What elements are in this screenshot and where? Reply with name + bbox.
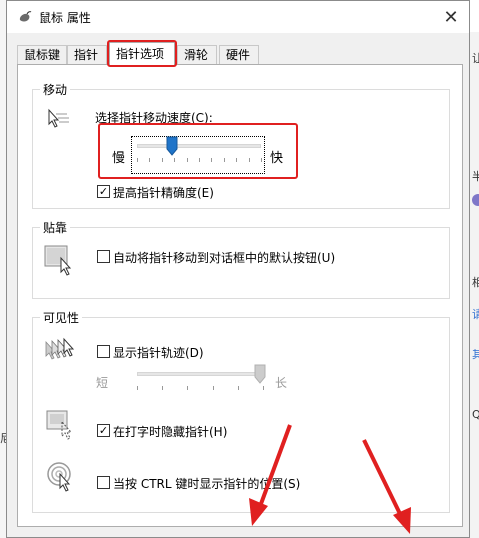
pointer-trails-checkbox[interactable]: [97, 345, 110, 358]
tab-highlight-annotation: [107, 40, 177, 67]
background-text: Q: [472, 408, 479, 421]
snap-to-label: 自动将指针移动到对话框中的默认按钮(U): [113, 251, 336, 265]
trail-length-slider-thumb[interactable]: [254, 364, 266, 384]
snap-group-label: 贴靠: [40, 219, 71, 236]
background-text: 相: [472, 276, 479, 289]
hide-while-typing-icon: [46, 410, 73, 440]
background-toggle: [472, 194, 479, 206]
tab-hardware[interactable]: 硬件: [219, 45, 259, 65]
background-text: 让: [472, 52, 479, 65]
snap-to-checkbox[interactable]: [97, 250, 110, 263]
background-link: 其: [472, 348, 479, 361]
enhance-precision-label: 提高指针精确度(E): [113, 186, 214, 200]
visibility-group-label: 可见性: [40, 309, 83, 326]
tab-buttons[interactable]: 鼠标键: [17, 45, 67, 65]
slider-tick: [137, 386, 138, 390]
window-title: 鼠标 属性: [39, 10, 91, 25]
snap-to-icon: [44, 245, 72, 276]
motion-group-label: 移动: [40, 81, 71, 98]
show-location-icon: [47, 462, 71, 492]
short-label: 短: [96, 376, 109, 390]
slider-tick: [237, 386, 239, 390]
hide-while-typing-checkbox[interactable]: ✓: [97, 424, 110, 437]
visibility-group: 可见性 显示指针轨迹(D) 短 长 ✓ 在打字时隐藏指针(H) 当按 CTRL …: [32, 309, 450, 513]
slider-tick: [212, 386, 214, 390]
background-window-top: [470, 0, 479, 32]
long-label: 长: [275, 376, 288, 390]
slider-tick: [187, 386, 189, 390]
show-location-ctrl-label: 当按 CTRL 键时显示指针的位置(S): [113, 477, 301, 491]
background-window-right: [470, 0, 479, 538]
speed-highlight-annotation: [98, 123, 298, 179]
background-link: 请: [472, 308, 479, 321]
enhance-precision-checkbox[interactable]: ✓: [97, 185, 110, 198]
mouse-properties-dialog: 鼠标 属性 ✕ 鼠标键 指针 指针选项 滑轮 硬件 移动 选择指针移动速度(C)…: [6, 0, 470, 538]
show-location-ctrl-checkbox[interactable]: [97, 476, 110, 489]
hide-while-typing-label: 在打字时隐藏指针(H): [113, 425, 228, 439]
pointer-options-panel: 移动 选择指针移动速度(C): 慢 快 ✓ 提高指针精确度(E) 贴靠 自动将指…: [17, 64, 463, 527]
title-bar[interactable]: 鼠标 属性 ✕: [7, 1, 469, 33]
snap-group: 贴靠 自动将指针移动到对话框中的默认按钮(U): [32, 219, 450, 299]
tab-pointers[interactable]: 指针: [67, 45, 107, 65]
pointer-trails-icon: [45, 337, 75, 360]
trail-length-slider-track[interactable]: [137, 372, 263, 376]
slider-tick: [263, 386, 264, 390]
close-button[interactable]: ✕: [433, 1, 469, 33]
mouse-icon: [19, 11, 32, 22]
pointer-trails-label: 显示指针轨迹(D): [113, 346, 204, 360]
background-text: 半: [472, 170, 479, 183]
tab-wheel[interactable]: 滑轮: [177, 45, 217, 65]
pointer-speed-icon: [48, 108, 69, 128]
slider-tick: [162, 386, 164, 390]
